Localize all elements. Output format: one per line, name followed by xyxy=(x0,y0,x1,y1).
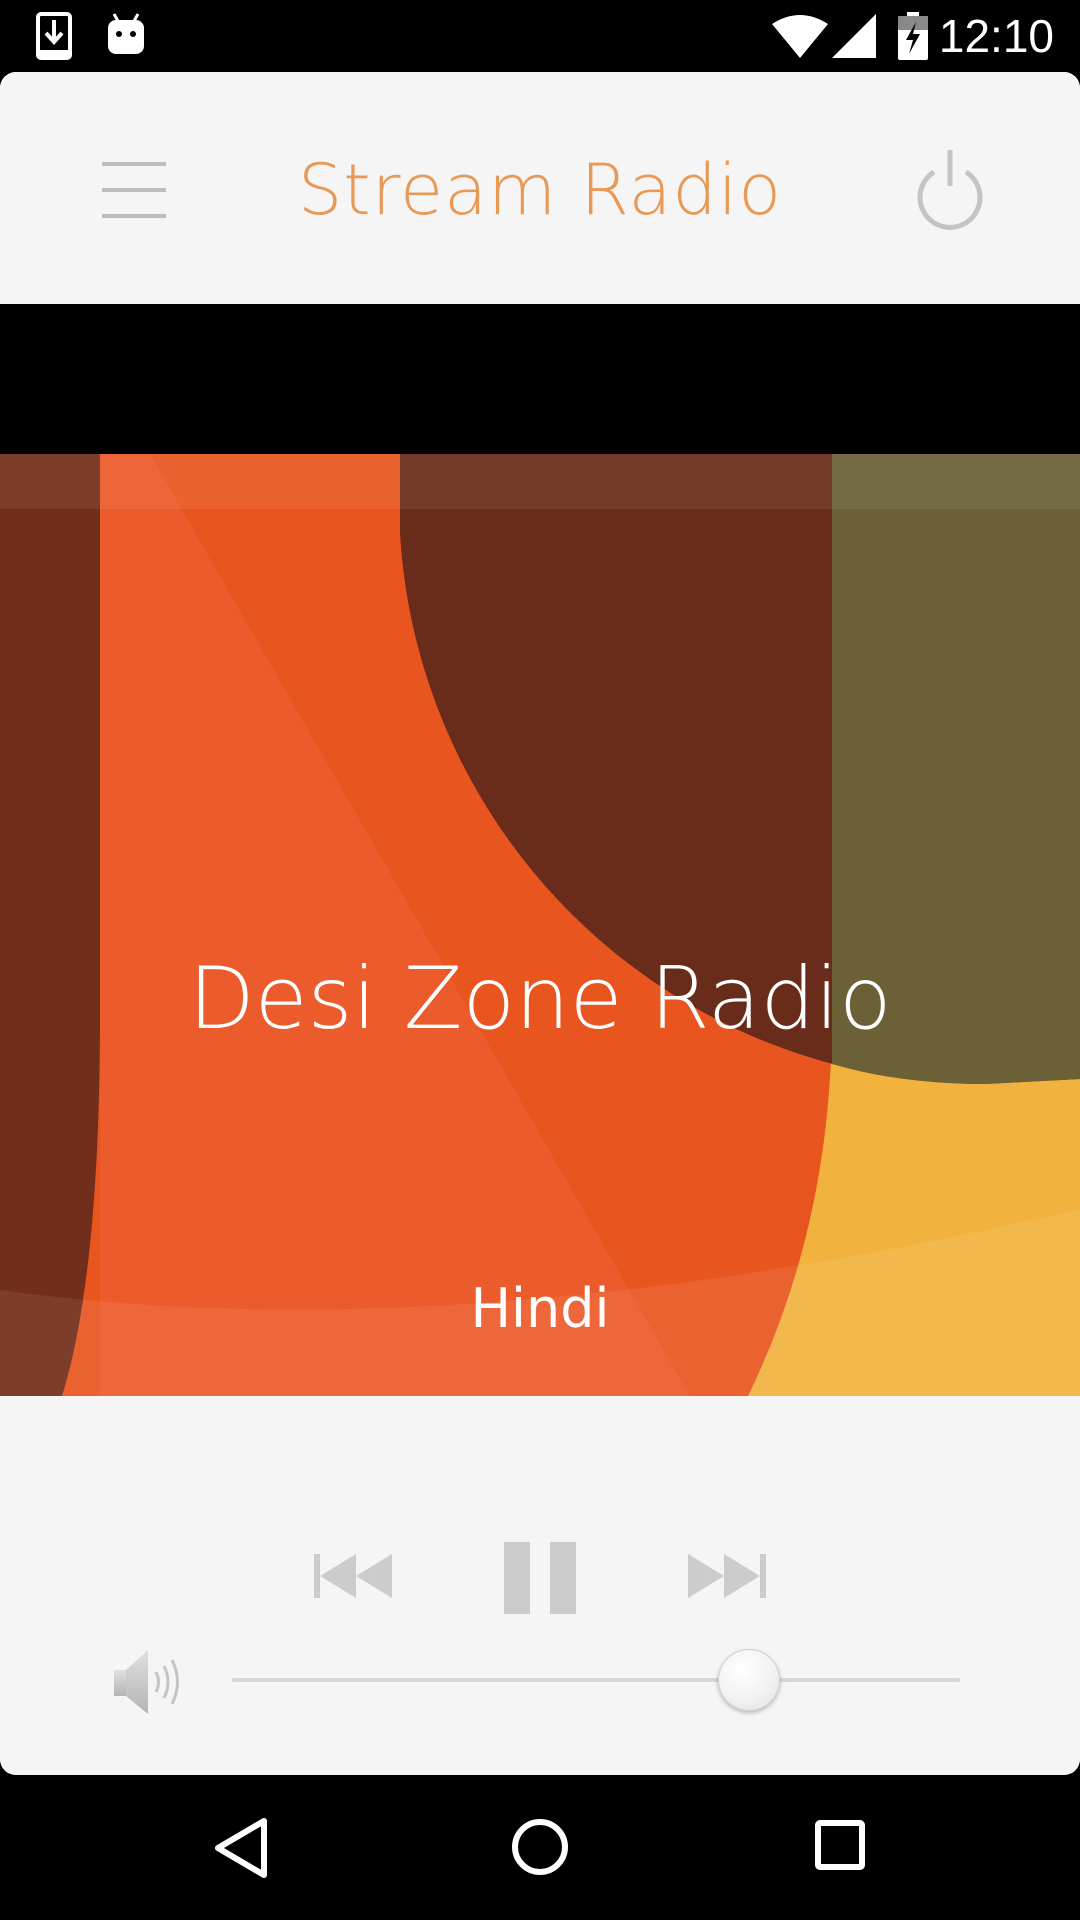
android-debug-icon xyxy=(108,13,144,54)
station-genre: Hindi xyxy=(470,1277,610,1340)
app-window: Stream Radio Desi Zone Radio Hindi xyxy=(0,72,1080,1775)
power-button[interactable] xyxy=(910,148,990,232)
navigation-bar xyxy=(0,1775,1080,1920)
app-header: Stream Radio xyxy=(0,72,1080,304)
previous-button[interactable] xyxy=(312,1550,394,1602)
skip-previous-icon xyxy=(314,1554,392,1598)
artwork-background xyxy=(0,454,1080,1396)
volume-button[interactable] xyxy=(112,1644,186,1720)
cell-signal-icon xyxy=(832,14,876,58)
station-artwork: Desi Zone Radio Hindi xyxy=(0,454,1080,1396)
pause-icon xyxy=(504,1542,576,1614)
wifi-icon xyxy=(772,15,828,58)
next-button[interactable] xyxy=(686,1550,768,1602)
status-bar: 12:10 xyxy=(0,0,1080,72)
power-icon xyxy=(917,150,983,230)
speaker-volume-icon xyxy=(114,1650,179,1714)
banner-area xyxy=(0,304,1080,454)
volume-slider-track[interactable] xyxy=(232,1678,960,1682)
home-button[interactable] xyxy=(510,1817,570,1881)
back-button[interactable] xyxy=(212,1817,270,1883)
home-icon xyxy=(512,1819,568,1875)
battery-charging-icon xyxy=(898,12,928,60)
back-icon xyxy=(215,1818,267,1878)
station-name: Desi Zone Radio xyxy=(188,949,892,1049)
status-time: 12:10 xyxy=(938,10,1054,62)
recents-icon xyxy=(815,1820,865,1870)
recents-button[interactable] xyxy=(814,1819,866,1875)
volume-slider-thumb[interactable] xyxy=(717,1649,780,1711)
skip-next-icon xyxy=(688,1554,766,1598)
pause-button[interactable] xyxy=(502,1542,578,1614)
download-notification-icon xyxy=(36,12,72,60)
